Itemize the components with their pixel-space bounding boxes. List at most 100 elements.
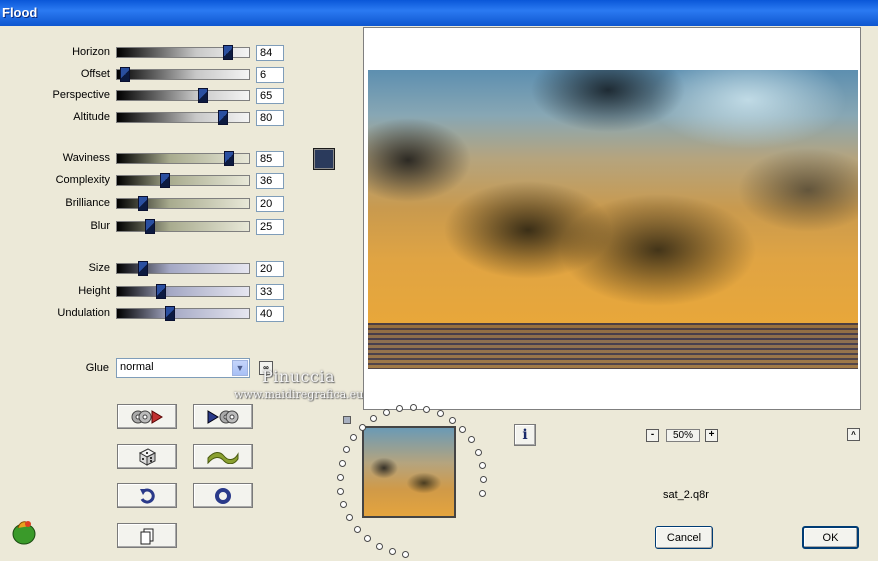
- random-reset-button[interactable]: [117, 404, 177, 429]
- navigator-dot[interactable]: [346, 514, 354, 522]
- app-logo-icon: [12, 521, 36, 545]
- slider-row-altitude: Altitude 80: [0, 109, 290, 126]
- info-button[interactable]: i: [514, 424, 536, 446]
- navigator-thumbnail[interactable]: [362, 426, 456, 518]
- navigator-handle[interactable]: [343, 416, 351, 424]
- copy-button[interactable]: [117, 523, 177, 548]
- navigator-dot[interactable]: [395, 405, 403, 413]
- perspective-slider[interactable]: [116, 88, 250, 103]
- dialog-client: Horizon 84 Offset 6 Perspective 65 Altitude 80 W…: [0, 26, 878, 561]
- slider-label: Brilliance: [65, 197, 110, 209]
- navigator-dot[interactable]: [350, 434, 358, 442]
- navigator-dot[interactable]: [338, 459, 346, 467]
- navigator-dot[interactable]: [382, 408, 390, 416]
- navigator-dot[interactable]: [459, 425, 467, 433]
- slider-row-offset: Offset 6: [0, 66, 290, 83]
- slider-thumb[interactable]: [224, 151, 235, 166]
- slider-label: Altitude: [73, 111, 110, 123]
- reset-play-icon: [131, 409, 163, 424]
- waviness-slider[interactable]: [116, 151, 250, 166]
- navigator-dot[interactable]: [478, 462, 486, 470]
- navigator-dot[interactable]: [336, 473, 344, 481]
- title-bar: Flood: [0, 0, 878, 26]
- slider-thumb[interactable]: [119, 67, 130, 82]
- undulation-slider[interactable]: [116, 306, 250, 321]
- brilliance-slider[interactable]: [116, 196, 250, 211]
- play-random-button[interactable]: [193, 404, 253, 429]
- zoom-in-button[interactable]: +: [705, 429, 718, 442]
- slider-thumb[interactable]: [159, 173, 170, 188]
- watermark-url: www.maidiregrafica.eu: [234, 388, 364, 401]
- slider-row-horizon: Horizon 84: [0, 44, 290, 61]
- preview-sky: [368, 70, 858, 323]
- navigator-dot[interactable]: [479, 490, 487, 498]
- size-value-input[interactable]: 20: [256, 261, 284, 277]
- offset-slider[interactable]: [116, 67, 250, 82]
- navigator-dot[interactable]: [436, 409, 444, 417]
- collapse-button[interactable]: ^: [847, 428, 860, 441]
- slider-label: Undulation: [57, 307, 110, 319]
- navigator-dot[interactable]: [375, 542, 383, 550]
- slider-thumb[interactable]: [155, 284, 166, 299]
- navigator-dot[interactable]: [409, 404, 417, 412]
- color-swatch[interactable]: [313, 148, 335, 170]
- slider-row-size: Size 20: [0, 260, 290, 277]
- navigator-dot[interactable]: [354, 525, 362, 533]
- complexity-value-input[interactable]: 36: [256, 173, 284, 189]
- slider-thumb[interactable]: [222, 45, 233, 60]
- slider-thumb[interactable]: [145, 219, 155, 234]
- zoom-out-button[interactable]: -: [646, 429, 659, 442]
- slider-row-waviness: Waviness 85: [0, 150, 290, 167]
- copy-icon: [140, 528, 154, 544]
- slider-row-undulation: Undulation 40: [0, 305, 290, 322]
- slider-thumb[interactable]: [138, 196, 149, 211]
- navigator-dot[interactable]: [474, 448, 482, 456]
- info-icon: i: [522, 427, 528, 443]
- altitude-value-input[interactable]: 80: [256, 110, 284, 126]
- glue-select[interactable]: normal ▼: [116, 358, 250, 378]
- navigator-dot[interactable]: [468, 436, 476, 444]
- blur-value-input[interactable]: 25: [256, 219, 284, 235]
- horizon-value-input[interactable]: 84: [256, 45, 284, 61]
- waviness-value-input[interactable]: 85: [256, 151, 284, 167]
- undo-button[interactable]: [117, 483, 177, 508]
- slider-label: Perspective: [52, 89, 110, 101]
- ok-button[interactable]: OK: [802, 526, 859, 549]
- options-button[interactable]: [193, 483, 253, 508]
- chevron-down-icon[interactable]: ▼: [232, 360, 248, 376]
- slider-label: Size: [88, 262, 110, 274]
- height-value-input[interactable]: 33: [256, 284, 284, 300]
- height-slider[interactable]: [116, 284, 250, 299]
- offset-value-input[interactable]: 6: [256, 67, 284, 83]
- complexity-slider[interactable]: [116, 173, 250, 188]
- randomize-button[interactable]: [117, 444, 177, 469]
- brilliance-value-input[interactable]: 20: [256, 196, 284, 212]
- navigator-dot[interactable]: [423, 405, 431, 413]
- slider-row-perspective: Perspective 65: [0, 87, 290, 104]
- navigator-dot[interactable]: [364, 535, 372, 543]
- horizon-slider[interactable]: [116, 45, 250, 60]
- perspective-value-input[interactable]: 65: [256, 88, 284, 104]
- navigator-dot[interactable]: [480, 476, 488, 484]
- slider-thumb[interactable]: [138, 261, 149, 276]
- navigator-dot[interactable]: [370, 415, 378, 423]
- slider-thumb[interactable]: [197, 88, 208, 103]
- navigator-dot[interactable]: [337, 487, 345, 495]
- navigator-dot[interactable]: [448, 416, 456, 424]
- navigator-dot[interactable]: [388, 548, 396, 556]
- undulation-value-input[interactable]: 40: [256, 306, 284, 322]
- slider-thumb[interactable]: [164, 306, 175, 321]
- waves-button[interactable]: [193, 444, 253, 469]
- blur-slider[interactable]: [116, 219, 250, 234]
- slider-thumb[interactable]: [217, 110, 228, 125]
- slider-label: Waviness: [62, 152, 110, 164]
- navigator-dot[interactable]: [340, 501, 348, 509]
- slider-row-complexity: Complexity 36: [0, 172, 290, 189]
- navigator-dot[interactable]: [343, 446, 351, 454]
- slider-row-blur: Blur 25: [0, 218, 290, 235]
- size-slider[interactable]: [116, 261, 250, 276]
- cancel-button[interactable]: Cancel: [655, 526, 713, 549]
- altitude-slider[interactable]: [116, 110, 250, 125]
- navigator-dot[interactable]: [402, 550, 410, 558]
- slider-label: Blur: [90, 220, 110, 232]
